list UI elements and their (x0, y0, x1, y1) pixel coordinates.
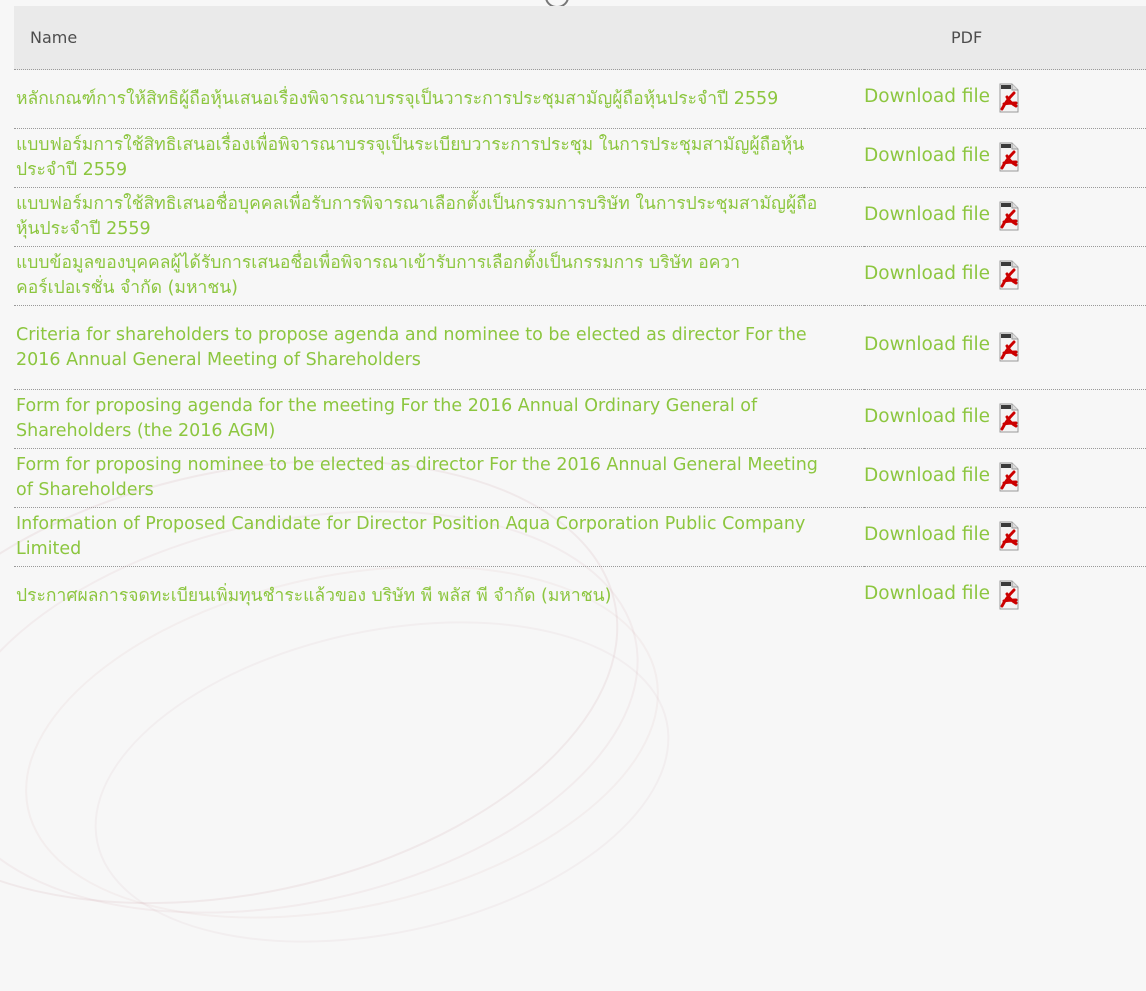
table-row: แบบฟอร์มการใช้สิทธิเสนอชื่อบุคคลเพื่อรับ… (14, 187, 1146, 247)
download-file-link[interactable]: Download file (864, 140, 1019, 172)
document-title: ประกาศผลการจดทะเบียนเพิ่มทุนชำระแล้วของ … (16, 585, 612, 606)
document-title: Information of Proposed Candidate for Di… (16, 514, 806, 559)
column-header-name: Name (14, 6, 864, 70)
download-link-label: Download file (864, 144, 991, 166)
column-header-pdf: PDF (864, 6, 1146, 70)
pdf-icon[interactable] (997, 83, 1019, 113)
pdf-cell: Download file (864, 449, 1146, 508)
download-link-label: Download file (864, 582, 991, 604)
pdf-icon[interactable] (997, 521, 1019, 551)
pdf-icon[interactable] (997, 462, 1019, 492)
table-row: แบบข้อมูลของบุคคลผู้ได้รับการเสนอชื่อเพื… (14, 246, 1146, 306)
pdf-cell: Download file (864, 129, 1146, 188)
document-title: แบบข้อมูลของบุคคลผู้ได้รับการเสนอชื่อเพื… (16, 253, 741, 298)
table-row: Form for proposing agenda for the meetin… (14, 389, 1146, 449)
document-title: หลักเกณฑ์การให้สิทธิผู้ถือหุ้นเสนอเรื่อง… (16, 88, 779, 109)
pdf-icon[interactable] (997, 580, 1019, 610)
download-link-label: Download file (864, 405, 991, 427)
pdf-cell: Download file (864, 390, 1146, 449)
download-file-link[interactable]: Download file (864, 460, 1019, 492)
download-link-label: Download file (864, 203, 991, 225)
download-file-link[interactable]: Download file (864, 330, 1019, 362)
background-swirl (64, 572, 700, 991)
table-row: Criteria for shareholders to propose age… (14, 305, 1146, 390)
download-link-label: Download file (864, 523, 991, 545)
documents-table: Name PDF หลักเกณฑ์การให้สิทธิผู้ถือหุ้นเ… (14, 6, 1146, 626)
download-link-label: Download file (864, 334, 991, 355)
download-file-link[interactable]: Download file (864, 578, 1019, 610)
table-row: แบบฟอร์มการใช้สิทธิเสนอเรื่องเพื่อพิจารณ… (14, 128, 1146, 188)
download-file-link[interactable]: Download file (864, 81, 1019, 113)
pdf-icon[interactable] (997, 403, 1019, 433)
table-row: ประกาศผลการจดทะเบียนเพิ่มทุนชำระแล้วของ … (14, 566, 1146, 626)
document-title: แบบฟอร์มการใช้สิทธิเสนอเรื่องเพื่อพิจารณ… (16, 135, 805, 180)
download-file-link[interactable]: Download file (864, 401, 1019, 433)
pdf-cell: Download file (864, 188, 1146, 247)
document-title: Form for proposing agenda for the meetin… (16, 396, 758, 441)
document-title: Criteria for shareholders to propose age… (16, 324, 807, 370)
table-row: หลักเกณฑ์การให้สิทธิผู้ถือหุ้นเสนอเรื่อง… (14, 69, 1146, 129)
table-header-row: Name PDF (14, 6, 1146, 70)
download-link-label: Download file (864, 464, 991, 486)
pdf-icon[interactable] (997, 201, 1019, 231)
download-file-link[interactable]: Download file (864, 199, 1019, 231)
download-file-link[interactable]: Download file (864, 519, 1019, 551)
pdf-icon[interactable] (997, 142, 1019, 172)
pdf-cell: Download file (864, 508, 1146, 567)
download-file-link[interactable]: Download file (864, 258, 1019, 290)
download-link-label: Download file (864, 262, 991, 284)
pdf-cell: Download file (864, 567, 1146, 626)
pdf-cell: Download file (864, 247, 1146, 306)
table-row: Information of Proposed Candidate for Di… (14, 507, 1146, 567)
pdf-icon[interactable] (997, 332, 1019, 362)
pdf-cell: Download file (864, 70, 1146, 129)
pdf-icon[interactable] (997, 260, 1019, 290)
document-title: Form for proposing nominee to be elected… (16, 455, 818, 500)
pdf-cell: Download file (864, 306, 1146, 390)
download-link-label: Download file (864, 85, 991, 107)
table-row: Form for proposing nominee to be elected… (14, 448, 1146, 508)
document-title: แบบฟอร์มการใช้สิทธิเสนอชื่อบุคคลเพื่อรับ… (16, 194, 818, 239)
